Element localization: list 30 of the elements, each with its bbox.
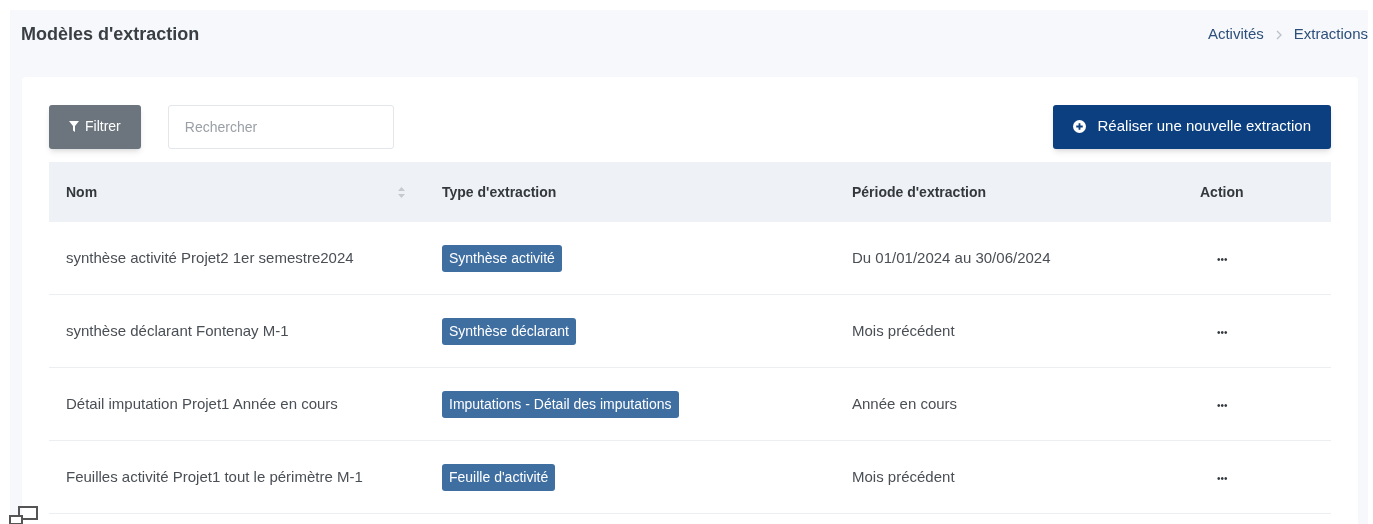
type-badge: Imputations - Détail des imputations (442, 390, 679, 418)
column-header: Période d'extraction (852, 182, 987, 202)
type-badge: Feuille d'activité (442, 463, 556, 491)
table-cell: Mois précédent (852, 468, 955, 485)
table-cell: Mois précédent (852, 322, 955, 339)
page-title: Modèles d'extraction (21, 23, 200, 46)
type-badge: Synthèse déclarant (442, 317, 576, 345)
chevron-right-icon (1275, 29, 1282, 40)
table-cell: synthèse activité Projet2 1er semestre2024 (66, 249, 354, 266)
more-button[interactable]: ••• (1217, 474, 1228, 484)
column-header: Action (1200, 182, 1244, 202)
more-button[interactable]: ••• (1217, 328, 1228, 338)
search-field[interactable]: Rechercher (167, 104, 394, 149)
breadcrumb-link[interactable]: Extractions (1293, 23, 1368, 46)
column-header: Type d'extraction (442, 182, 557, 202)
column-header: Nom (66, 182, 98, 202)
type-badge: Synthèse activité (442, 244, 562, 272)
filter-button[interactable]: Filtrer (49, 104, 141, 149)
sort-icon[interactable] (398, 186, 405, 198)
more-button[interactable]: ••• (1217, 255, 1228, 265)
plus-circle-icon (1072, 120, 1086, 133)
new-extraction-button[interactable]: Réaliser une nouvelle extraction (1052, 104, 1331, 149)
table-cell: Détail imputation Projet1 Année en cours (66, 395, 338, 412)
table-cell: Feuilles activité Projet1 tout le périmètre M-1 (66, 468, 363, 485)
breadcrumb-link[interactable]: Activités (1207, 23, 1264, 46)
funnel-icon (69, 121, 79, 132)
table-cell: Du 01/01/2024 au 30/06/2024 (852, 249, 1051, 266)
table-cell: synthèse déclarant Fontenay M-1 (66, 322, 289, 339)
table-cell: Année en cours (852, 395, 958, 412)
more-button[interactable]: ••• (1217, 401, 1228, 411)
